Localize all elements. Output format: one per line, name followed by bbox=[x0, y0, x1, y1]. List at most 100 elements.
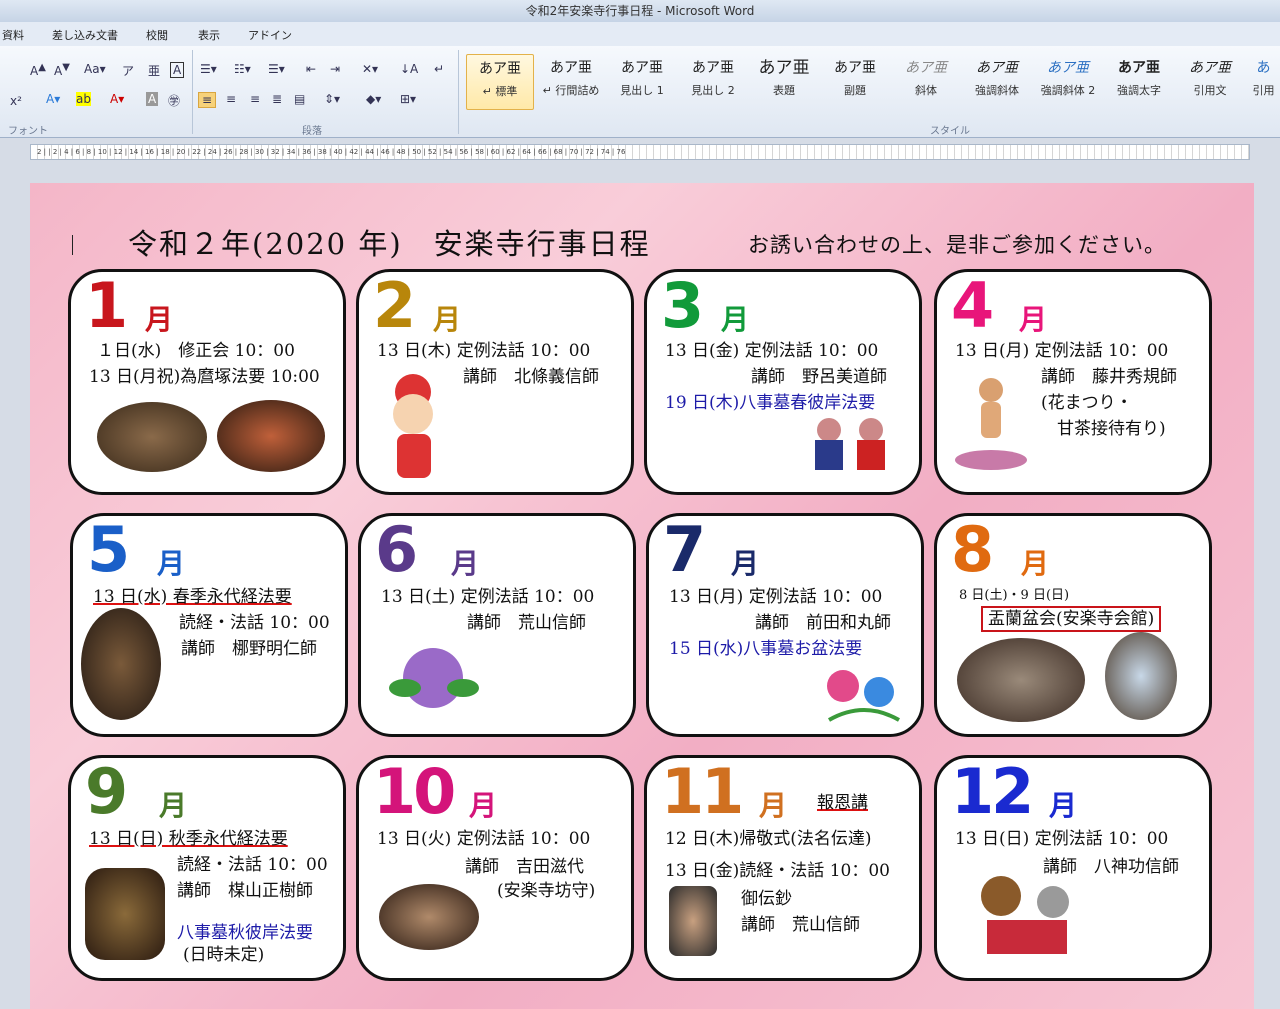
obon-gathering-photo bbox=[957, 638, 1085, 722]
styles-group-label: スタイル bbox=[930, 126, 970, 137]
shrink-font-icon[interactable]: A▼ bbox=[54, 62, 70, 78]
month-label: 月 bbox=[1021, 547, 1050, 580]
line-spacing-icon[interactable]: ⇕▾ bbox=[324, 92, 340, 106]
tab-view[interactable]: 表示 bbox=[198, 27, 220, 43]
morning-glory-illustration bbox=[827, 670, 900, 722]
month-label: 月 bbox=[469, 789, 498, 822]
month-number: 9 bbox=[85, 755, 128, 828]
text-cursor bbox=[72, 235, 73, 255]
style-emphasis[interactable]: あア亜 強調斜体 bbox=[963, 54, 1031, 110]
style-heading2[interactable]: あア亜 見出し 2 bbox=[679, 54, 747, 110]
style-heading1[interactable]: あア亜 見出し 1 bbox=[608, 54, 676, 110]
page-subtitle: お誘い合わせの上、是非ご参加ください。 bbox=[748, 233, 1166, 257]
month-number: 5 bbox=[87, 513, 130, 586]
phonetic-guide-icon[interactable]: ア bbox=[122, 62, 134, 79]
tab-addins[interactable]: アドイン bbox=[248, 27, 292, 43]
decrease-indent-icon[interactable]: ⇤ bbox=[306, 62, 316, 76]
borders-icon[interactable]: ⊞▾ bbox=[400, 92, 416, 106]
char-border-icon[interactable]: A bbox=[170, 62, 185, 78]
tab-references[interactable]: 資料 bbox=[2, 27, 24, 43]
page-title: 令和２年(2020 年) 安楽寺行事日程 bbox=[128, 227, 651, 261]
ceremony-photo bbox=[97, 402, 207, 472]
window-title: 令和2年安楽寺行事日程 - Microsoft Word bbox=[0, 0, 1280, 22]
hina-dolls-illustration bbox=[815, 418, 885, 470]
month-label: 月 bbox=[759, 789, 788, 822]
priest-photo bbox=[85, 868, 165, 960]
month-card-2: 2 月 13 日(木) 定例法話 10：00 講師 北條義信師 bbox=[356, 269, 634, 495]
month-card-5: 5 月 13 日(水) 春季永代経法要 読経・法話 10：00 講師 梛野明仁師 bbox=[70, 513, 348, 737]
month-number: 2 bbox=[373, 269, 416, 342]
tab-mailings[interactable]: 差し込み文書 bbox=[52, 27, 118, 43]
month-card-10: 10 月 13 日(火) 定例法話 10：00 講師 吉田滋代 (安楽寺坊守) bbox=[356, 755, 634, 981]
month-number: 6 bbox=[375, 513, 418, 586]
document-page[interactable]: 令和２年(2020 年) 安楽寺行事日程 お誘い合わせの上、是非ご参加ください。… bbox=[30, 183, 1254, 1009]
month-number: 1 bbox=[85, 269, 128, 342]
clear-format-icon[interactable]: 亜 bbox=[148, 62, 160, 79]
style-no-spacing[interactable]: あア亜 ↵ 行間詰め bbox=[537, 54, 605, 110]
month-label: 月 bbox=[1049, 789, 1078, 822]
style-title[interactable]: あア亜 表題 bbox=[750, 54, 818, 110]
tab-review[interactable]: 校閲 bbox=[146, 27, 168, 43]
month-card-9: 9 月 13 日(日) 秋季永代経法要 読経・法話 10：00 講師 楳山正樹師… bbox=[68, 755, 346, 981]
justify-icon[interactable]: ≣ bbox=[272, 92, 282, 106]
month-card-12: 12 月 13 日(日) 定例法話 10：00 講師 八神功信師 bbox=[934, 755, 1212, 981]
numbering-icon[interactable]: ☷▾ bbox=[234, 62, 251, 76]
align-left-icon[interactable]: ≡ bbox=[198, 92, 217, 108]
style-standard[interactable]: あア亜 ↵ 標準 bbox=[466, 54, 534, 110]
style-subtitle[interactable]: あア亜 副題 bbox=[821, 54, 889, 110]
style-intense-quote[interactable]: あ引用 bbox=[1247, 54, 1280, 110]
align-right-icon[interactable]: ≡ bbox=[250, 92, 260, 106]
show-marks-icon[interactable]: ↵ bbox=[434, 62, 444, 76]
enclose-char-icon[interactable]: ㊫ bbox=[168, 92, 180, 109]
month-card-11: 11 月 報恩講 12 日(木)帰敬式(法名伝達) 13 日(金)読経・法話 1… bbox=[644, 755, 922, 981]
month-number: 3 bbox=[661, 269, 704, 342]
month-card-1: 1 月 １日(水) 修正会 10：00 13 日(月祝)為麿塚法要 10:00 bbox=[68, 269, 346, 495]
asian-layout-icon[interactable]: ✕▾ bbox=[362, 62, 378, 76]
month-number: 4 bbox=[951, 269, 994, 342]
font-color-icon[interactable]: A▾ bbox=[110, 92, 124, 106]
font-group-label: フォント bbox=[8, 126, 48, 137]
horizontal-ruler[interactable]: 2 | | 2 | 4 | 6 | 8 | 10 | 12 | 14 | 16 … bbox=[30, 144, 1250, 160]
month-label: 月 bbox=[721, 303, 750, 336]
highlight-icon[interactable]: ab bbox=[76, 92, 91, 106]
month-label: 月 bbox=[159, 789, 188, 822]
style-italic[interactable]: あア亜 斜体 bbox=[892, 54, 960, 110]
style-intense-emphasis[interactable]: あア亜 強調斜体 2 bbox=[1034, 54, 1102, 110]
month-number: 12 bbox=[951, 755, 1034, 828]
superscript-icon[interactable]: x² bbox=[10, 94, 22, 108]
month-number: 8 bbox=[951, 513, 994, 586]
hydrangea-illustration bbox=[389, 648, 479, 708]
month-number: 11 bbox=[661, 755, 744, 828]
month-card-7: 7 月 13 日(月) 定例法話 10：00 講師 前田和丸師 15 日(水)八… bbox=[646, 513, 924, 737]
oni-boy-illustration bbox=[393, 374, 433, 478]
month-label: 月 bbox=[451, 547, 480, 580]
bullets-icon[interactable]: ☰▾ bbox=[200, 62, 217, 76]
style-quote[interactable]: あア亜 引用文 bbox=[1176, 54, 1244, 110]
multilevel-list-icon[interactable]: ☰▾ bbox=[268, 62, 285, 76]
text-effects-icon[interactable]: A▾ bbox=[46, 92, 60, 106]
increase-indent-icon[interactable]: ⇥ bbox=[330, 62, 340, 76]
shading-icon[interactable]: ◆▾ bbox=[366, 92, 381, 106]
buddha-illustration bbox=[955, 378, 1027, 470]
sort-icon[interactable]: ↓A bbox=[400, 62, 418, 76]
biwa-player-photo bbox=[81, 608, 161, 720]
month-label: 月 bbox=[1019, 303, 1048, 336]
hoonko-label: 報恩講 bbox=[817, 793, 868, 813]
ribbon: A▲ A▼ Aa▾ ア 亜 A x² A▾ ab A▾ A ㊫ フォント ☰▾ … bbox=[0, 46, 1280, 138]
align-center-icon[interactable]: ≡ bbox=[226, 92, 236, 106]
month-label: 月 bbox=[145, 303, 174, 336]
paragraph-group-label: 段落 bbox=[302, 126, 322, 137]
distribute-icon[interactable]: ▤ bbox=[294, 92, 305, 106]
month-card-3: 3 月 13 日(金) 定例法話 10：00 講師 野呂美道師 19 日(木)八… bbox=[644, 269, 922, 495]
speaker-photo bbox=[379, 884, 479, 950]
month-card-4: 4 月 13 日(月) 定例法話 10：00 講師 藤井秀規師 (花まつり・ 甘… bbox=[934, 269, 1212, 495]
month-card-6: 6 月 13 日(土) 定例法話 10：00 講師 荒山信師 bbox=[358, 513, 636, 737]
style-strong[interactable]: あア亜 強調太字 bbox=[1105, 54, 1173, 110]
month-label: 月 bbox=[433, 303, 462, 336]
month-number: 7 bbox=[663, 513, 706, 586]
month-label: 月 bbox=[157, 547, 186, 580]
char-shading-icon[interactable]: A bbox=[146, 92, 159, 106]
month-card-8: 8 月 8 日(土)・9 日(日) 盂蘭盆会(安楽寺会館) bbox=[934, 513, 1212, 737]
grow-font-icon[interactable]: A▲ bbox=[30, 62, 46, 78]
change-case-icon[interactable]: Aa▾ bbox=[84, 62, 106, 76]
